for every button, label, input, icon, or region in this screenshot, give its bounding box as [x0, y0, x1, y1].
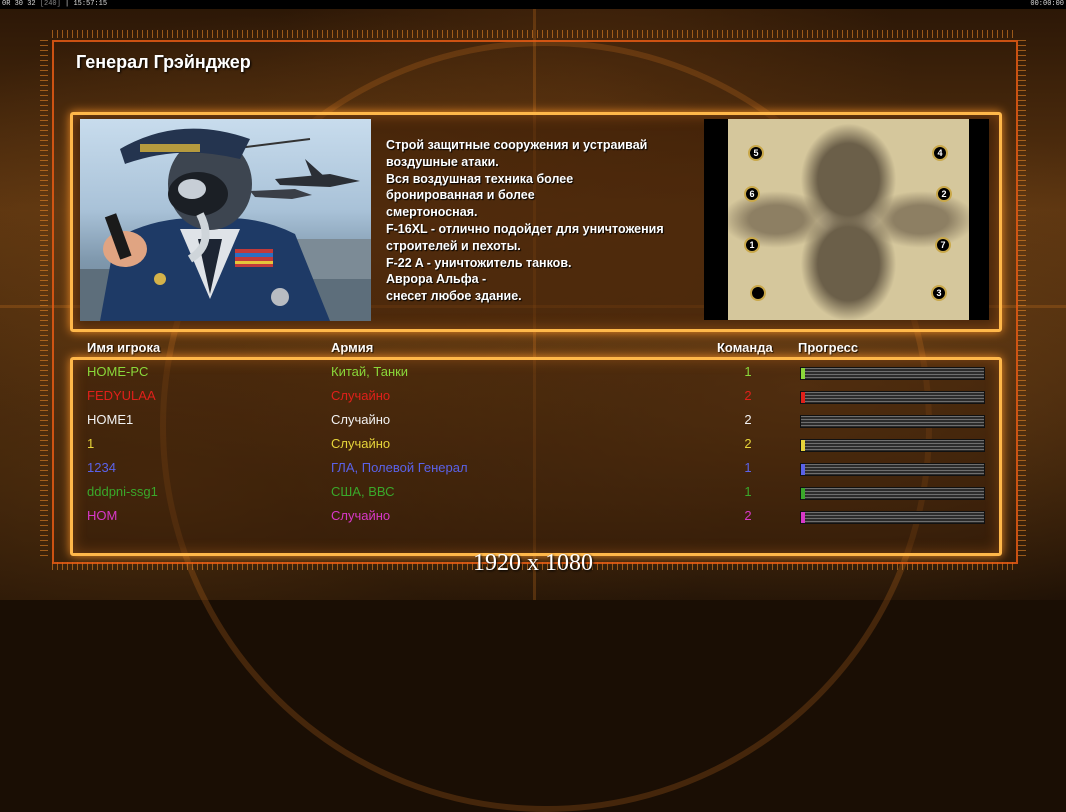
player-team: 1: [744, 460, 752, 475]
general-title: Генерал Грэйнджер: [76, 52, 251, 72]
progress-bar: [800, 439, 985, 452]
progress-bar: [800, 391, 985, 404]
player-army: Случайно: [331, 436, 391, 451]
start-position-5[interactable]: 5: [748, 145, 764, 161]
player-army: Случайно: [331, 508, 391, 523]
progress-fill: [801, 440, 805, 451]
fps-cap: [240]: [39, 0, 61, 8]
table-row: 1234 ГЛА, Полевой Генерал 1: [0, 457, 1066, 481]
player-name: 1: [87, 436, 95, 451]
progress-bar: [800, 463, 985, 476]
player-team: 1: [744, 364, 752, 379]
minimap[interactable]: 5 4 6 2 1 7 3: [728, 119, 969, 320]
description-line: воздушные атаки.: [386, 154, 499, 169]
start-position-2[interactable]: 2: [936, 186, 952, 202]
status-bar: 0R 30 32 [240] | 15:57:15 00:00:00: [0, 0, 1066, 9]
start-position-1[interactable]: 1: [744, 237, 760, 253]
game-timer: 00:00:00: [1030, 0, 1064, 8]
table-row: dddpni-ssg1 США, ВВС 1: [0, 481, 1066, 505]
player-team: 2: [744, 412, 752, 427]
header-army: Армия: [331, 340, 374, 355]
player-army: Китай, Танки: [331, 364, 409, 379]
resolution-label: 1920 x 1080: [473, 550, 593, 576]
progress-fill: [801, 392, 805, 403]
start-position-6[interactable]: 6: [744, 186, 760, 202]
start-position-4[interactable]: 4: [932, 145, 948, 161]
progress-fill: [801, 464, 805, 475]
player-army: Случайно: [331, 388, 391, 403]
table-row: FEDYULAA Случайно 2: [0, 385, 1066, 409]
description-line: F-22 A - уничтожитель танков.: [386, 255, 572, 270]
table-row: 1 Случайно 2: [0, 433, 1066, 457]
player-army: Случайно: [331, 412, 391, 427]
minimap-panel: 5 4 6 2 1 7 3: [704, 119, 989, 320]
start-position-8[interactable]: [750, 285, 766, 301]
player-team: 2: [744, 436, 752, 451]
progress-bar: [800, 415, 985, 428]
player-team: 2: [744, 388, 752, 403]
player-army: ГЛА, Полевой Генерал: [331, 460, 468, 475]
player-name: dddpni-ssg1: [87, 484, 158, 499]
description-line: Вся воздушная техника более: [386, 171, 574, 186]
fps-value: 0R 30 32: [2, 0, 36, 8]
general-portrait-image: [80, 128, 371, 321]
description-line: снесет любое здание.: [386, 289, 522, 304]
player-name: FEDYULAA: [87, 388, 156, 403]
header-player-name: Имя игрока: [87, 340, 161, 355]
description-line: Строй защитные сооружения и устраивай: [386, 138, 648, 152]
start-position-3[interactable]: 3: [931, 285, 947, 301]
progress-fill: [801, 368, 805, 379]
player-name: HOME1: [87, 412, 134, 427]
description-line: строителей и пехоты.: [386, 238, 521, 253]
general-description: Строй защитные сооружения и устраивай во…: [386, 137, 696, 305]
description-line: бронированная и более: [386, 188, 535, 203]
player-team: 2: [744, 508, 752, 523]
player-team: 1: [744, 484, 752, 499]
progress-fill: [801, 512, 805, 523]
description-line: смертоносная.: [386, 205, 478, 220]
clock: 15:57:15: [73, 0, 108, 8]
header-progress: Прогресс: [798, 340, 859, 355]
start-position-7[interactable]: 7: [935, 237, 951, 253]
player-name: HOM: [87, 508, 118, 523]
header-team: Команда: [717, 340, 773, 355]
table-row: HOME1 Случайно 2: [0, 409, 1066, 433]
table-row: HOME-PC Китай, Танки 1: [0, 361, 1066, 385]
player-army: США, ВВС: [331, 484, 395, 499]
player-name: 1234: [87, 460, 116, 475]
progress-fill: [801, 488, 805, 499]
player-name: HOME-PC: [87, 364, 149, 379]
frame-ruler-top: [52, 30, 1014, 38]
fps-counter: 0R 30 32 [240] | 15:57:15: [2, 0, 108, 8]
general-portrait: [80, 119, 371, 321]
progress-bar: [800, 511, 985, 524]
progress-bar: [800, 487, 985, 500]
description-line: F-16XL - отлично подойдет для уничтожени…: [386, 221, 664, 236]
description-line: Аврора Альфа -: [386, 272, 487, 287]
table-row: HOM Случайно 2: [0, 505, 1066, 529]
progress-bar: [800, 367, 985, 380]
